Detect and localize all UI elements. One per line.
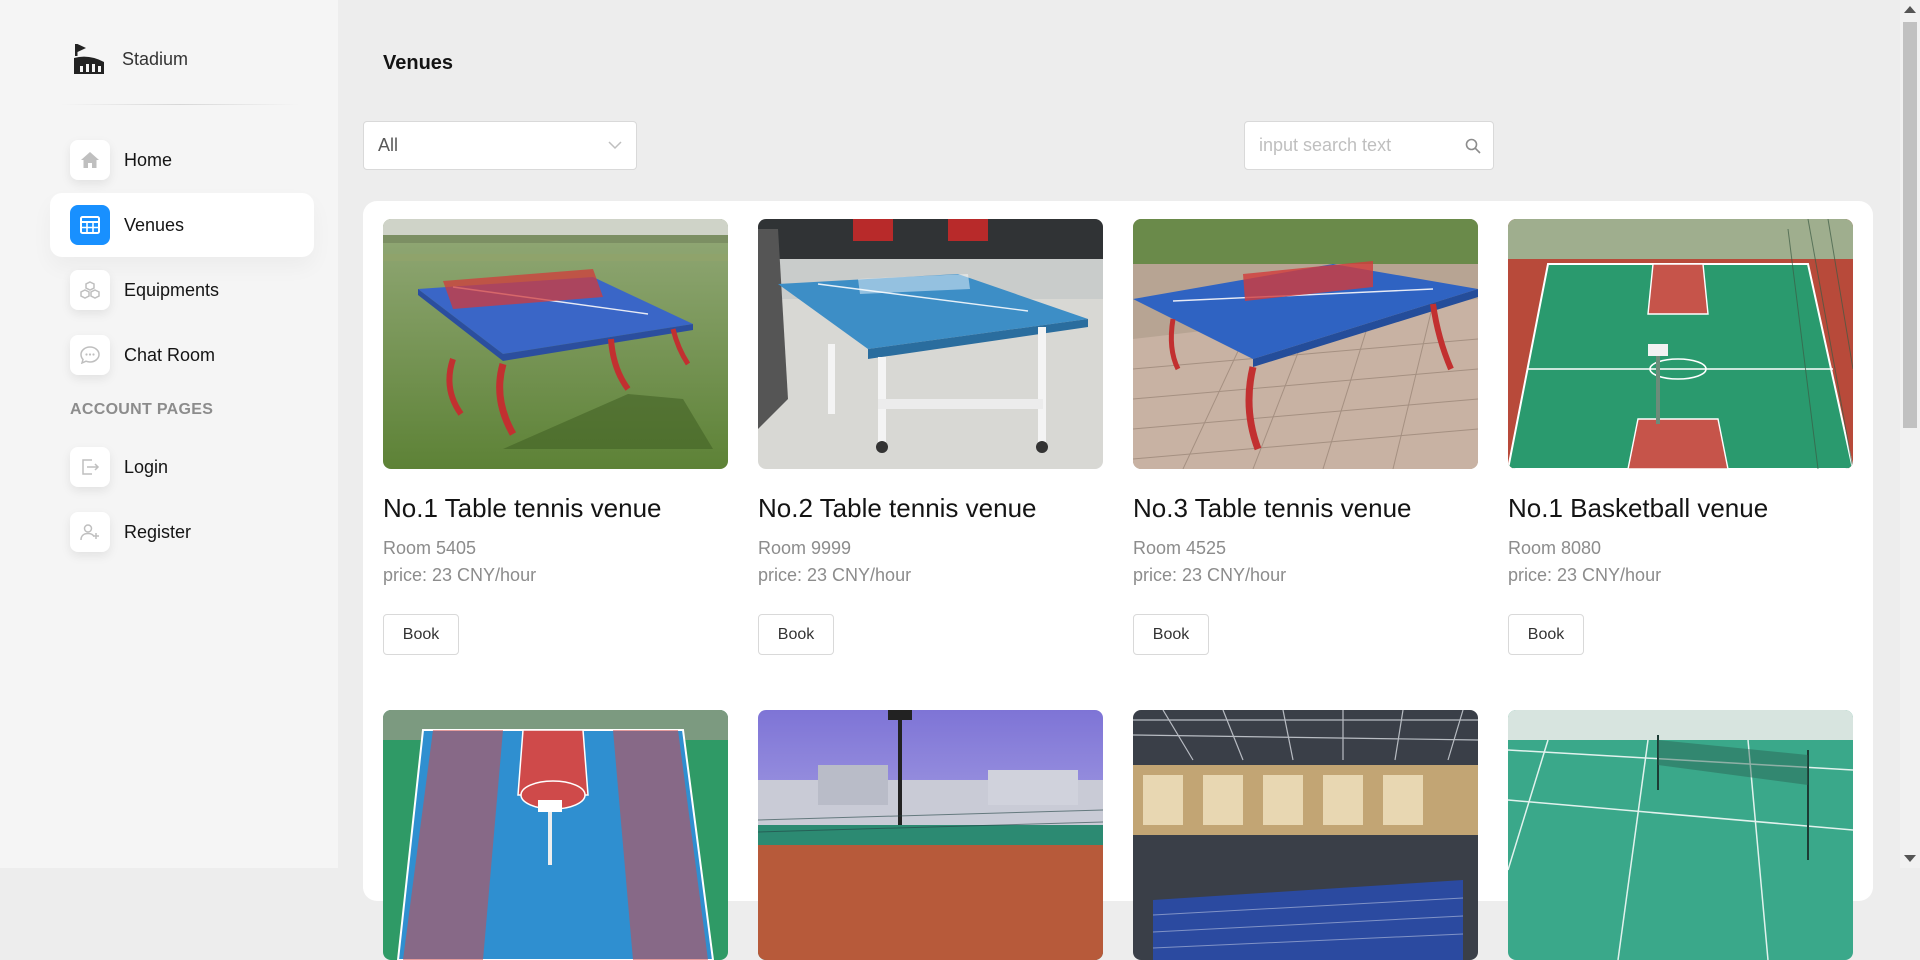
venue-title: No.3 Table tennis venue xyxy=(1133,493,1412,523)
book-button[interactable]: Book xyxy=(758,614,834,655)
venue-price: price: 23 CNY/hour xyxy=(1508,565,1662,585)
book-button[interactable]: Book xyxy=(383,614,459,655)
venue-image-indoor-arena[interactable] xyxy=(1133,710,1478,960)
venue-image-basketball-court[interactable] xyxy=(383,710,728,960)
page-title: Venues xyxy=(383,52,454,74)
home-icon xyxy=(70,140,110,180)
venue-card: No.3 Table tennis venue Room 4525 price:… xyxy=(1133,219,1478,655)
venue-card: No.2 Table tennis venue Room 9999 price:… xyxy=(758,219,1103,655)
search-icon[interactable] xyxy=(1465,138,1481,154)
sidebar-item-chat-room[interactable]: Chat Room xyxy=(50,323,314,387)
brand[interactable]: Stadium xyxy=(72,42,188,76)
sidebar-item-login[interactable]: Login xyxy=(50,435,314,499)
venue-title: No.2 Table tennis venue xyxy=(758,493,1037,523)
venue-room: Room 5405 xyxy=(383,538,477,558)
sidebar-item-label: Equipments xyxy=(124,279,220,300)
sidebar-item-label: Home xyxy=(124,149,173,170)
search-box[interactable] xyxy=(1244,121,1494,170)
book-button[interactable]: Book xyxy=(1508,614,1584,655)
stadium-logo-icon xyxy=(74,44,104,74)
sidebar-item-equipments[interactable]: Equipments xyxy=(50,258,314,322)
venue-price: price: 23 CNY/hour xyxy=(383,565,537,585)
scroll-down-arrow-icon[interactable] xyxy=(1904,855,1916,862)
sidebar-item-label: Chat Room xyxy=(124,344,216,365)
vertical-scrollbar[interactable] xyxy=(1900,0,1920,868)
venue-image-table-tennis[interactable] xyxy=(383,219,728,469)
venue-card xyxy=(383,710,728,960)
venue-room: Room 8080 xyxy=(1508,538,1602,558)
equipments-icon xyxy=(70,270,110,310)
divider xyxy=(60,104,300,105)
login-icon xyxy=(70,447,110,487)
sidebar-item-label: Register xyxy=(124,521,192,542)
venues-panel: No.1 Table tennis venue Room 5405 price:… xyxy=(363,201,1873,960)
venue-price: price: 23 CNY/hour xyxy=(1133,565,1287,585)
venue-title: No.1 Table tennis venue xyxy=(383,493,662,523)
sidebar-item-home[interactable]: Home xyxy=(50,128,314,192)
search-input[interactable] xyxy=(1259,135,1449,156)
venue-title: No.1 Basketball venue xyxy=(1508,493,1769,523)
sidebar-item-label: Login xyxy=(124,456,169,477)
category-select[interactable]: All xyxy=(363,121,637,170)
table-grid-icon xyxy=(70,205,110,245)
section-title: ACCOUNT PAGES xyxy=(70,401,214,418)
sidebar-item-register[interactable]: Register xyxy=(50,500,314,564)
brand-name: Stadium xyxy=(122,48,189,69)
scroll-thumb[interactable] xyxy=(1903,22,1917,428)
venue-image-table-tennis-indoor[interactable] xyxy=(758,219,1103,469)
chat-icon xyxy=(70,335,110,375)
sidebar: Stadium Home Venues Equipments Chat Room… xyxy=(0,0,338,868)
venue-card xyxy=(1133,710,1478,960)
select-value: All xyxy=(378,135,399,155)
sidebar-item-label: Venues xyxy=(124,214,185,235)
book-button[interactable]: Book xyxy=(1133,614,1209,655)
venue-price: price: 23 CNY/hour xyxy=(758,565,912,585)
chevron-down-icon xyxy=(608,141,622,150)
venue-image-table-tennis-outdoor[interactable] xyxy=(1133,219,1478,469)
venue-image-badminton[interactable] xyxy=(1508,710,1853,960)
scroll-up-arrow-icon[interactable] xyxy=(1904,6,1916,13)
venue-card xyxy=(758,710,1103,960)
venue-image-outdoor-courts[interactable] xyxy=(758,710,1103,960)
venue-image-basketball[interactable] xyxy=(1508,219,1853,469)
venue-card xyxy=(1508,710,1853,960)
venue-room: Room 4525 xyxy=(1133,538,1227,558)
sidebar-item-venues[interactable]: Venues xyxy=(50,193,314,257)
register-icon xyxy=(70,512,110,552)
venue-room: Room 9999 xyxy=(758,538,852,558)
venue-card: No.1 Table tennis venue Room 5405 price:… xyxy=(383,219,728,655)
venue-card: No.1 Basketball venue Room 8080 price: 2… xyxy=(1508,219,1853,655)
